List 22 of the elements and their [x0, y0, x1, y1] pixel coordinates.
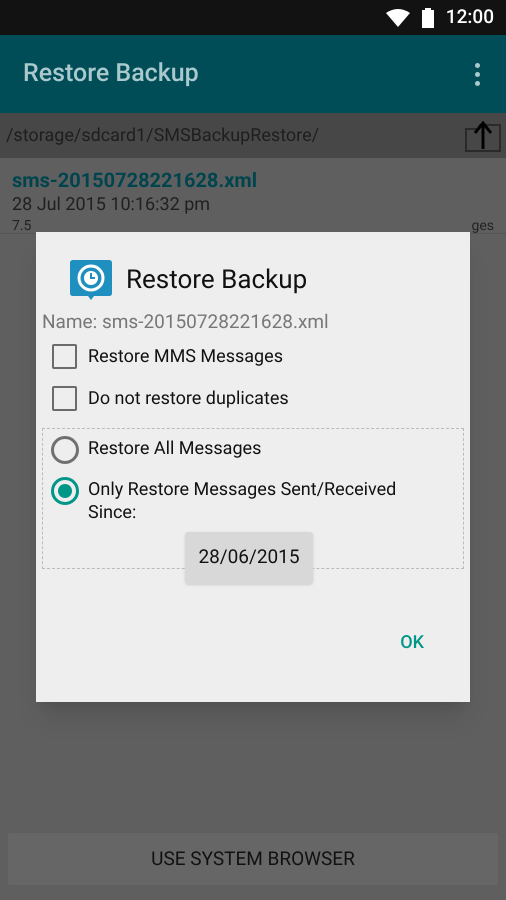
radio-button[interactable] [51, 436, 79, 464]
radio-label: Restore All Messages [88, 436, 262, 460]
file-size: 7.5 [12, 218, 32, 234]
system-browser-button[interactable]: USE SYSTEM BROWSER [8, 833, 498, 885]
ok-button[interactable]: OK [400, 628, 424, 656]
battery-icon [422, 8, 434, 28]
checkbox-label: Restore MMS Messages [88, 344, 284, 368]
wifi-icon [386, 8, 410, 26]
message-count: ges [471, 218, 494, 234]
app-title: Restore Backup [23, 58, 199, 90]
backup-clock-icon [70, 260, 112, 300]
checkbox[interactable] [52, 344, 77, 368]
clock: 12:00 [446, 4, 494, 30]
date-button[interactable]: 28/06/2015 [185, 532, 313, 584]
checkbox[interactable] [52, 386, 77, 410]
file-name: sms-20150728221628.xml [12, 168, 258, 192]
radio-button[interactable] [51, 476, 79, 504]
radio-label: Only Restore Messages Sent/Received Since: [88, 478, 398, 524]
backup-name: Name: sms-20150728221628.xml [41, 309, 330, 335]
dialog-title: Restore Backup [126, 264, 308, 296]
checkbox-label: Do not restore duplicates [88, 386, 289, 410]
file-date: 28 Jul 2015 10:16:32 pm [12, 193, 212, 217]
